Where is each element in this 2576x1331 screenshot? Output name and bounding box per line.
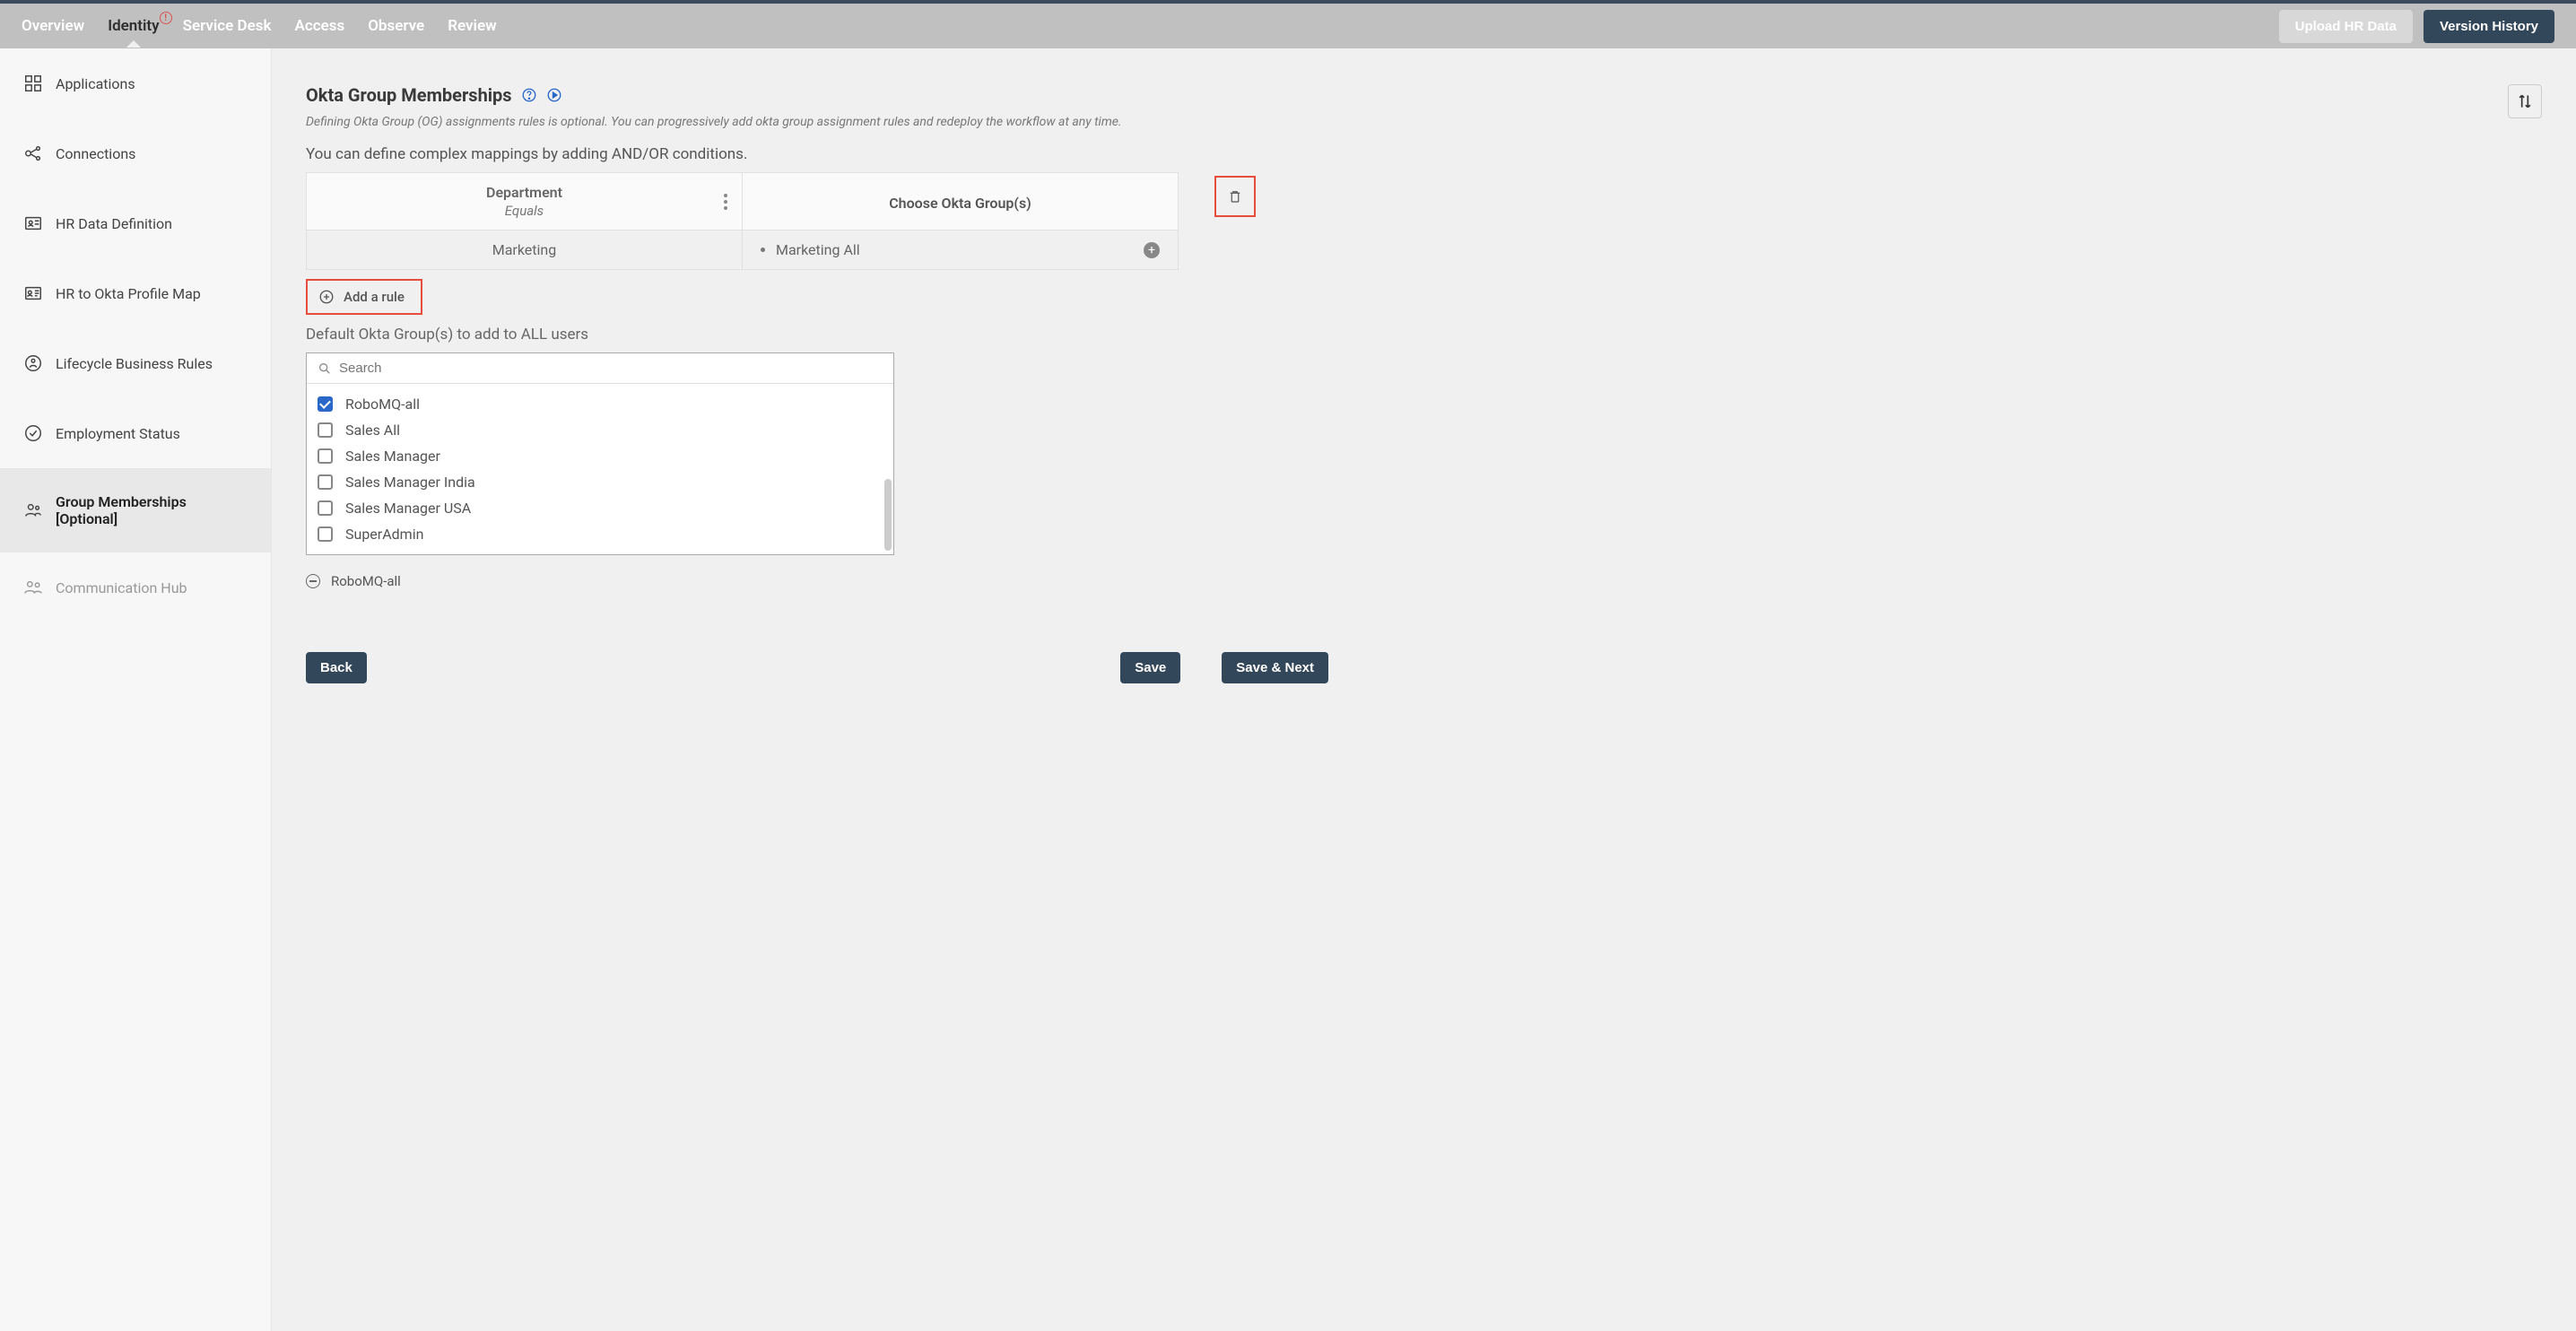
sidebar-item-group-memberships[interactable]: Group Memberships [Optional] [0, 468, 271, 552]
attribute-label: Department [321, 184, 727, 201]
nav-access[interactable]: Access [294, 17, 344, 35]
sidebar-item-label: Lifecycle Business Rules [56, 355, 213, 372]
option-sales-manager-india[interactable]: Sales Manager India [318, 469, 883, 495]
option-label: Sales Manager [345, 448, 440, 465]
rule-attribute-header[interactable]: Department Equals [307, 173, 743, 230]
bullet-icon [761, 248, 765, 252]
option-superadmin[interactable]: SuperAdmin [318, 521, 883, 547]
profile-map-icon [23, 283, 43, 303]
delete-rule-button[interactable] [1214, 176, 1256, 217]
nav-identity[interactable]: Identity ! [108, 17, 159, 35]
option-label: RoboMQ-all [345, 396, 420, 413]
default-groups-label: Default Okta Group(s) to add to ALL user… [306, 326, 2542, 344]
sidebar-item-employment-status[interactable]: Employment Status [0, 398, 271, 468]
nav-service-desk[interactable]: Service Desk [183, 17, 272, 35]
search-row [307, 353, 893, 384]
checkbox-icon[interactable] [318, 448, 333, 464]
nav-identity-label: Identity [108, 17, 159, 35]
selected-chip-label: RoboMQ-all [331, 573, 401, 589]
save-button[interactable]: Save [1120, 652, 1180, 683]
lifecycle-icon [23, 353, 43, 373]
selected-group-chip: RoboMQ-all [306, 573, 2542, 589]
attribute-value: Marketing [492, 241, 556, 258]
scrollbar-thumb[interactable] [884, 479, 892, 551]
main-content: Okta Group Memberships Defining Okta Gro… [272, 48, 2576, 1331]
checkbox-icon[interactable] [318, 422, 333, 438]
add-group-icon[interactable]: + [1144, 242, 1160, 258]
choose-group-header: Choose Okta Group(s) [743, 173, 1178, 230]
sidebar-item-hr-okta-profile-map[interactable]: HR to Okta Profile Map [0, 258, 271, 328]
sidebar-item-hr-data-definition[interactable]: HR Data Definition [0, 188, 271, 258]
option-sales-manager[interactable]: Sales Manager [318, 443, 883, 469]
back-button[interactable]: Back [306, 652, 367, 683]
sidebar-item-applications[interactable]: Applications [0, 48, 271, 118]
remove-chip-icon[interactable] [306, 574, 320, 588]
sidebar-item-communication-hub[interactable]: Communication Hub [0, 552, 271, 622]
option-label: Sales All [345, 422, 400, 439]
checkbox-icon[interactable] [318, 396, 333, 412]
search-icon [318, 361, 332, 376]
group-icon [23, 500, 43, 520]
nav-observe[interactable]: Observe [368, 17, 424, 35]
options-list[interactable]: RoboMQ-all Sales All Sales Manager Sales… [307, 384, 893, 554]
nav-review[interactable]: Review [448, 17, 496, 35]
people-icon [23, 578, 43, 597]
search-input[interactable] [339, 361, 883, 376]
alert-icon: ! [160, 12, 172, 24]
top-navigation-bar: Overview Identity ! Service Desk Access … [0, 4, 2576, 48]
choose-group-label: Choose Okta Group(s) [757, 184, 1163, 212]
sidebar-item-connections[interactable]: Connections [0, 118, 271, 188]
kebab-menu-icon[interactable] [724, 194, 727, 210]
add-rule-label: Add a rule [344, 289, 405, 305]
option-label: SuperAdmin [345, 526, 423, 543]
attribute-value-cell[interactable]: Marketing [307, 231, 743, 269]
sidebar-item-label: Group Memberships [Optional] [56, 493, 248, 527]
sidebar-item-label: Communication Hub [56, 579, 187, 596]
version-history-button[interactable]: Version History [2424, 10, 2554, 43]
add-rule-button[interactable]: Add a rule [306, 279, 422, 315]
play-icon[interactable] [546, 87, 562, 103]
help-icon[interactable] [521, 87, 537, 103]
connections-icon [23, 144, 43, 163]
option-label: Sales Manager USA [345, 500, 471, 517]
sidebar-item-label: HR to Okta Profile Map [56, 285, 201, 302]
checkbox-icon[interactable] [318, 526, 333, 542]
sidebar-item-label: HR Data Definition [56, 215, 172, 232]
subheading: You can define complex mappings by addin… [306, 145, 2542, 163]
id-card-icon [23, 213, 43, 233]
default-groups-combobox[interactable]: RoboMQ-all Sales All Sales Manager Sales… [306, 352, 894, 555]
save-next-button[interactable]: Save & Next [1222, 652, 1328, 683]
grid-icon [23, 74, 43, 93]
checkbox-icon[interactable] [318, 474, 333, 490]
sidebar-item-lifecycle-rules[interactable]: Lifecycle Business Rules [0, 328, 271, 398]
option-sales-manager-usa[interactable]: Sales Manager USA [318, 495, 883, 521]
option-sales-all[interactable]: Sales All [318, 417, 883, 443]
rule-table: Department Equals Choose Okta Group(s) M… [306, 172, 1179, 270]
attribute-operator: Equals [321, 203, 727, 219]
option-label: Sales Manager India [345, 474, 475, 491]
check-circle-icon [23, 423, 43, 443]
option-robomq-all[interactable]: RoboMQ-all [318, 391, 883, 417]
reorder-button[interactable] [2508, 84, 2542, 118]
page-title: Okta Group Memberships [306, 84, 512, 106]
sidebar: Applications Connections HR Data Definit… [0, 48, 272, 1331]
group-value: Marketing All [776, 241, 860, 258]
subtitle: Defining Okta Group (OG) assignments rul… [306, 115, 2542, 129]
checkbox-icon[interactable] [318, 500, 333, 516]
group-value-cell[interactable]: Marketing All + [743, 231, 1178, 269]
sidebar-item-label: Connections [56, 145, 135, 162]
sidebar-item-label: Employment Status [56, 425, 180, 442]
nav-overview[interactable]: Overview [22, 17, 84, 35]
active-tab-caret [126, 40, 141, 48]
upload-hr-data-button[interactable]: Upload HR Data [2279, 10, 2413, 43]
sidebar-item-label: Applications [56, 75, 135, 92]
